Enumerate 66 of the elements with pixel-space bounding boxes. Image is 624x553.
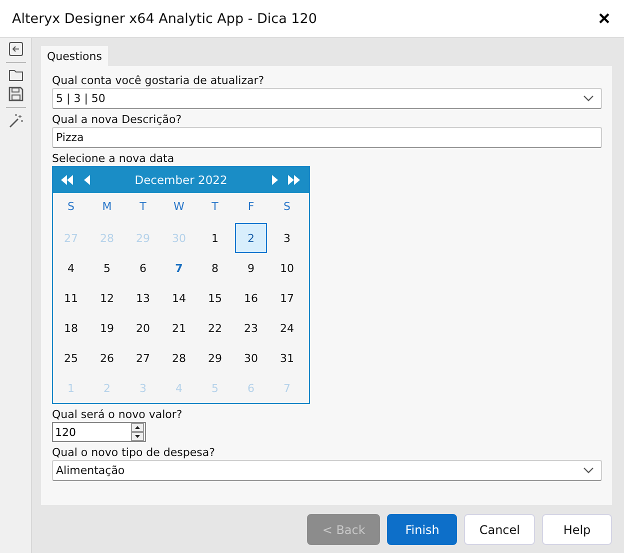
calendar-day[interactable]: 5: [91, 253, 123, 283]
calendar-day[interactable]: 11: [55, 283, 87, 313]
calendar-day[interactable]: 14: [163, 283, 195, 313]
number-spinner[interactable]: 120: [52, 422, 146, 442]
tab[interactable]: Questions: [41, 46, 108, 66]
text-field[interactable]: Pizza: [52, 127, 602, 148]
question-label: Qual o novo tipo de despesa?: [52, 446, 215, 459]
spin-up-icon[interactable]: [131, 423, 144, 432]
right-arrow-icon[interactable]: [272, 175, 278, 185]
calendar-day[interactable]: 1: [199, 223, 231, 253]
folder-icon[interactable]: [8, 68, 24, 82]
spin-down-icon[interactable]: [131, 432, 144, 441]
weekday-label: T: [210, 200, 220, 215]
calendar-day[interactable]: 31: [271, 343, 303, 373]
calendar-day[interactable]: 26: [91, 343, 123, 373]
calendar-day[interactable]: 29: [199, 343, 231, 373]
calendar-day[interactable]: 13: [127, 283, 159, 313]
calendar-day[interactable]: 12: [91, 283, 123, 313]
calendar-day[interactable]: 28: [163, 343, 195, 373]
calendar-day[interactable]: 15: [199, 283, 231, 313]
magic-wand-icon[interactable]: [8, 113, 24, 129]
question-label: Qual conta você gostaria de atualizar?: [52, 74, 264, 87]
calendar-day[interactable]: 24: [271, 313, 303, 343]
calendar-day[interactable]: 6: [127, 253, 159, 283]
calendar-day[interactable]: 16: [235, 283, 267, 313]
calendar-day[interactable]: 30: [235, 343, 267, 373]
weekday-label: S: [282, 200, 292, 215]
dialog-button[interactable]: Help: [542, 514, 612, 545]
save-icon[interactable]: [8, 86, 24, 102]
calendar-day[interactable]: 23: [235, 313, 267, 343]
month-title: December 2022: [134, 173, 228, 187]
calendar-day[interactable]: 9: [235, 253, 267, 283]
question-label: Selecione a nova data: [52, 152, 174, 165]
left-arrow-icon[interactable]: [84, 175, 90, 185]
calendar-day[interactable]: 19: [91, 313, 123, 343]
question-label: Qual a nova Descrição?: [52, 113, 182, 126]
calendar-day[interactable]: 2: [235, 223, 267, 253]
dialog-button[interactable]: Finish: [387, 514, 458, 545]
calendar-day[interactable]: 18: [55, 313, 87, 343]
calendar-day[interactable]: 25: [55, 343, 87, 373]
chevron-down-icon: [583, 467, 594, 474]
dropdown[interactable]: Alimentação: [52, 460, 602, 481]
double-right-arrow-icon[interactable]: [288, 175, 301, 185]
calendar-day[interactable]: 22: [199, 313, 231, 343]
question-label: Qual será o novo valor?: [52, 408, 182, 421]
calendar-day[interactable]: 8: [199, 253, 231, 283]
window-title: Alteryx Designer x64 Analytic App - Dica 120: [12, 10, 317, 26]
dialog-button[interactable]: Cancel: [464, 514, 535, 545]
weekday-label: M: [101, 200, 113, 215]
weekday-label: T: [138, 200, 148, 215]
calendar-day[interactable]: 10: [271, 253, 303, 283]
calendar-day[interactable]: 27: [127, 343, 159, 373]
calendar-day[interactable]: 4: [55, 253, 87, 283]
chevron-down-icon: [583, 95, 594, 102]
double-left-arrow-icon[interactable]: [61, 175, 74, 185]
weekday-label: F: [246, 200, 256, 215]
dropdown[interactable]: 5 | 3 | 50: [52, 88, 602, 109]
back-icon[interactable]: [8, 41, 24, 57]
calendar-day[interactable]: 3: [271, 223, 303, 253]
close-button[interactable]: ×: [594, 8, 614, 28]
calendar-day[interactable]: 21: [163, 313, 195, 343]
calendar-day[interactable]: 7: [163, 253, 195, 283]
weekday-label: W: [172, 200, 186, 215]
weekday-label: S: [66, 200, 76, 215]
calendar-day[interactable]: 20: [127, 313, 159, 343]
calendar-day[interactable]: 17: [271, 283, 303, 313]
